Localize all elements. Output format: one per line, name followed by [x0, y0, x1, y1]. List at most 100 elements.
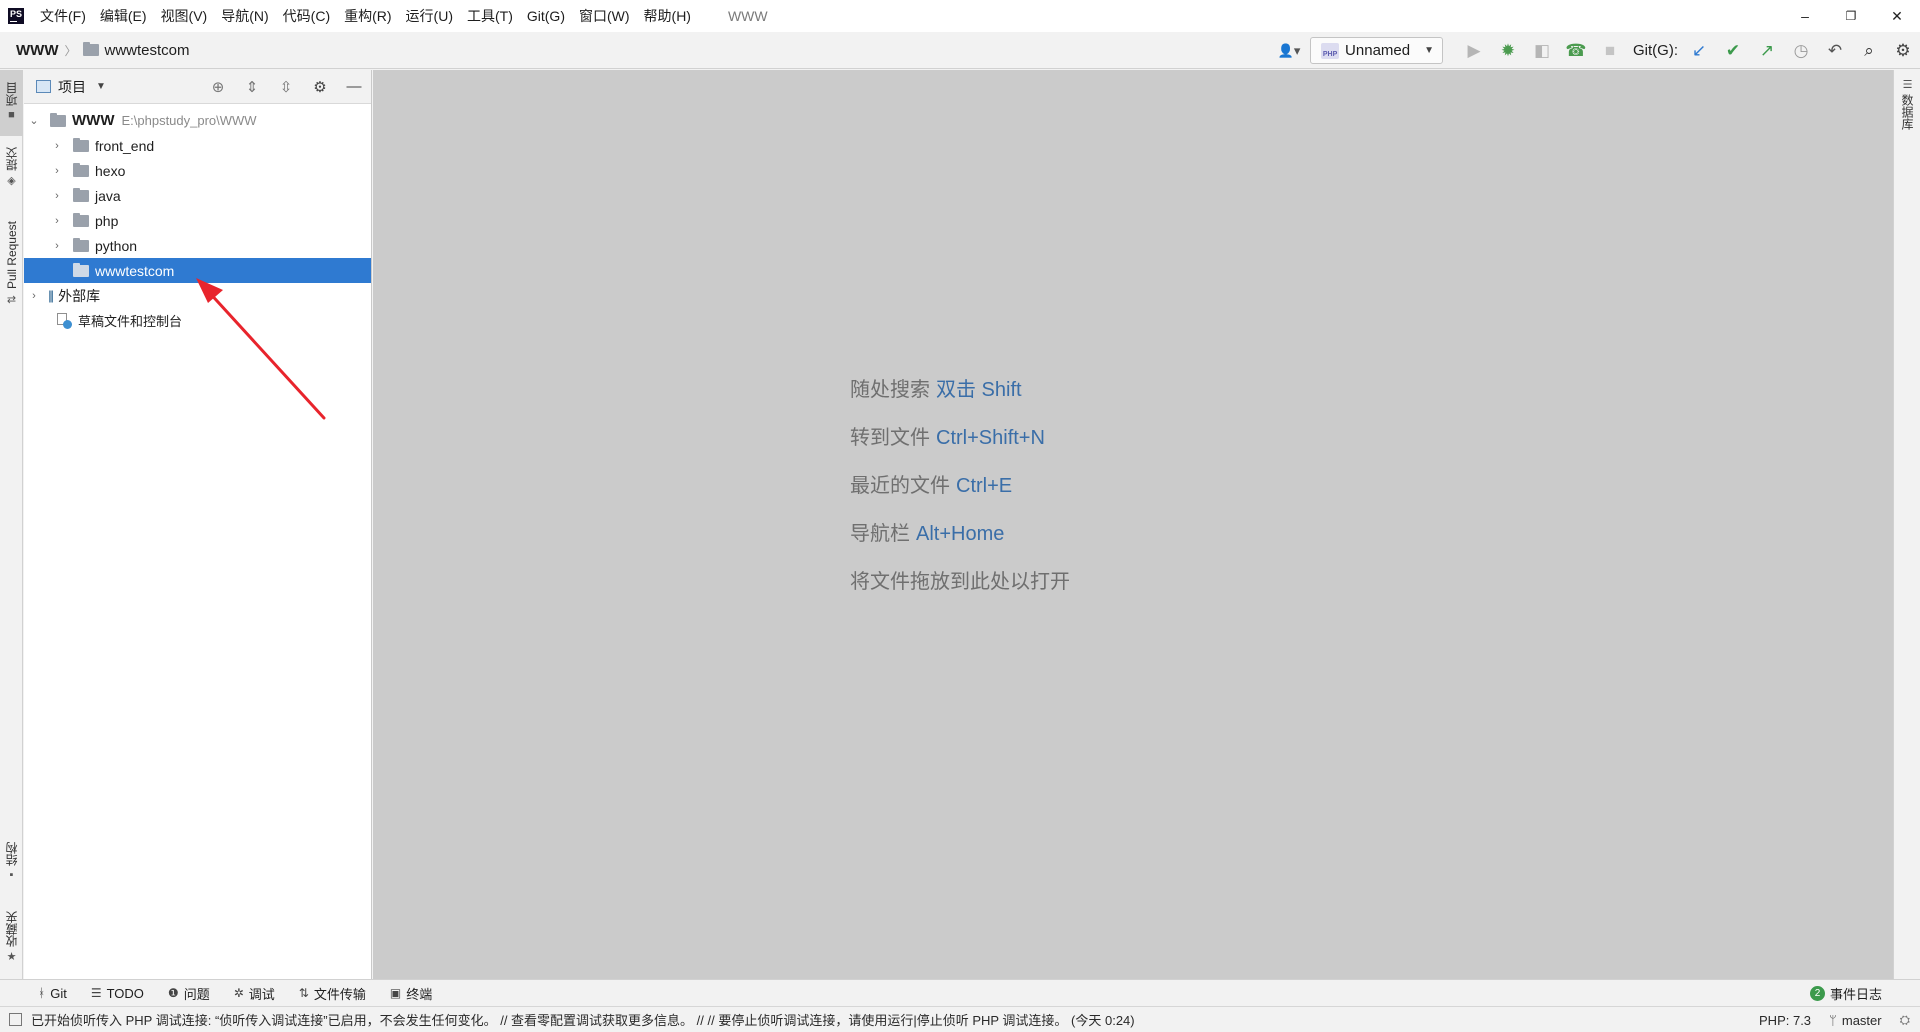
menu-item[interactable]: 帮助(H) [637, 0, 698, 32]
menu-item[interactable]: 编辑(E) [93, 0, 154, 32]
project-panel-actions: ⊕ ⇕ ⇳ ⚙ — [201, 70, 371, 104]
editor-empty-area[interactable]: 随处搜索 双击 Shift 转到文件 Ctrl+Shift+N 最近的文件 Ctrl+E 导… [373, 70, 1893, 979]
window-controls: – ❐ ✕ [1782, 0, 1920, 32]
tool-window-问题[interactable]: ❶ 问题 [168, 984, 210, 1003]
tool-tab-label: 收藏夹 [5, 910, 19, 947]
gear-icon[interactable]: ⚙ [303, 70, 337, 104]
git-commit-icon[interactable]: ✔ [1716, 32, 1750, 69]
breadcrumb-leaf[interactable]: wwwtestcom [105, 42, 190, 59]
project-panel-header: 项目 ▼ ⊕ ⇕ ⇳ ⚙ — [24, 70, 371, 104]
tool-tab-commit[interactable]: 提交 ◈ [0, 140, 23, 196]
menu-item[interactable]: 窗口(W) [572, 0, 637, 32]
menu-item[interactable]: 视图(V) [154, 0, 215, 32]
tool-window-buttons: ᚼ Git ☰ TODO ❶ 问题 ✲ 调试 ⇅ 文件传输 ▣ 终端 [0, 984, 442, 1003]
tree-item-label: wwwtestcom [95, 262, 175, 279]
chevron-right-icon[interactable]: › [51, 240, 63, 252]
tool-tab-structure[interactable]: 结构 ▪ [0, 835, 23, 891]
hint-shortcut: 双击 Shift [936, 379, 1022, 401]
git-branch-icon: ᛘ [1829, 1012, 1837, 1028]
chevron-down-icon[interactable]: ▼ [96, 81, 106, 92]
tool-window-icon: ✲ [233, 986, 244, 1000]
collapse-all-icon[interactable]: ⇳ [269, 70, 303, 104]
project-view-selector[interactable]: 项目 [58, 77, 86, 97]
minimize-button[interactable]: – [1782, 0, 1828, 32]
inspector-icon[interactable]: ⛭ [1900, 1012, 1910, 1028]
gear-icon[interactable]: ⚙ [1886, 32, 1920, 69]
folder-icon [73, 237, 89, 252]
chevron-right-icon[interactable]: › [28, 290, 40, 302]
menu-item[interactable]: 重构(R) [337, 0, 398, 32]
tool-tab-label: 项目 [5, 82, 19, 106]
expand-all-icon[interactable]: ⇕ [235, 70, 269, 104]
structure-icon: ▪ [9, 869, 14, 881]
tree-external-libraries[interactable]: › ||| 外部库 [24, 283, 371, 308]
tool-tab-project[interactable]: 项目 ■ [0, 70, 23, 136]
restore-button[interactable]: ❐ [1828, 0, 1874, 32]
run-configuration-dropdown[interactable]: PHP Unnamed ▼ [1310, 37, 1443, 64]
chevron-right-icon[interactable]: › [51, 140, 63, 152]
tree-folder-wwwtestcom[interactable]: wwwtestcom [24, 258, 371, 283]
user-icon[interactable]: 👤▾ [1272, 32, 1306, 69]
chevron-right-icon[interactable]: › [51, 165, 63, 177]
listen-debug-connections-icon[interactable]: ☎ [1559, 32, 1593, 69]
tree-folder-hexo[interactable]: › hexo [24, 158, 371, 183]
run-configuration-label: Unnamed [1345, 42, 1411, 59]
tool-tab-database[interactable]: ☰ 数据库 [1894, 78, 1920, 148]
tool-window-调试[interactable]: ✲ 调试 [234, 984, 275, 1003]
git-history-icon[interactable]: ◷ [1784, 32, 1818, 69]
menu-item[interactable]: 运行(U) [399, 0, 460, 32]
menu-item[interactable]: Git(G) [520, 0, 572, 32]
folder-icon [73, 162, 89, 177]
tree-folder-python[interactable]: › python [24, 233, 371, 258]
tool-window-git[interactable]: ᚼ Git [38, 986, 67, 1001]
toggle-tool-windows-icon[interactable] [9, 1013, 22, 1026]
rollback-icon[interactable]: ↶ [1818, 32, 1852, 69]
tree-root-www[interactable]: ⌄ WWW E:\phpstudy_pro\WWW [24, 108, 371, 133]
git-push-icon[interactable]: ↗ [1750, 32, 1784, 69]
event-log-button[interactable]: 2 事件日志 [1809, 980, 1882, 1007]
tool-window-label: 问题 [183, 986, 210, 1002]
debug-icon[interactable]: ✹ [1491, 32, 1525, 69]
title-bar: PS 文件(F) 编辑(E) 视图(V) 导航(N) 代码(C) 重构(R) 运行(U) 工具… [0, 0, 1920, 32]
navigation-bar: WWW 〉 wwwtestcom 👤▾ PHP Unnamed ▼ ▶ ✹ ◧ … [0, 32, 1920, 69]
breadcrumb-root[interactable]: WWW [16, 42, 58, 59]
tool-window-文件传输[interactable]: ⇅ 文件传输 [299, 984, 366, 1003]
hide-panel-icon[interactable]: — [337, 70, 371, 104]
chevron-down-icon[interactable]: ⌄ [28, 114, 40, 127]
chevron-right-icon[interactable]: › [51, 190, 63, 202]
close-button[interactable]: ✕ [1874, 0, 1920, 32]
php-version-widget[interactable]: PHP: 7.3 [1759, 1013, 1811, 1028]
git-branch-widget[interactable]: master [1842, 1013, 1882, 1028]
tool-window-todo[interactable]: ☰ TODO [91, 986, 144, 1001]
tree-scratches-and-consoles[interactable]: 草稿文件和控制台 [24, 308, 371, 333]
main-toolbar: 👤▾ PHP Unnamed ▼ ▶ ✹ ◧ ☎ ■ Git(G): ↙ ✔ ↗… [1272, 32, 1920, 69]
tool-window-终端[interactable]: ▣ 终端 [390, 984, 432, 1003]
tool-window-label: 终端 [406, 986, 433, 1002]
library-icon: ||| [48, 288, 54, 303]
menu-item[interactable]: 工具(T) [460, 0, 520, 32]
tree-folder-java[interactable]: › java [24, 183, 371, 208]
status-message[interactable]: 已开始侦听传入 PHP 调试连接: “侦听传入调试连接”已启用，不会发生任何变化… [31, 1010, 1135, 1029]
pull-request-icon: ⇄ [6, 293, 17, 306]
folder-icon [82, 42, 99, 56]
chevron-right-icon[interactable]: › [51, 215, 63, 227]
tool-tab-pull-requests[interactable]: Pull Request ⇄ [0, 210, 23, 320]
search-icon[interactable]: ⌕ [1852, 32, 1886, 69]
tool-tab-favorites[interactable]: 收藏夹 ★ [0, 905, 23, 971]
folder-icon [50, 112, 66, 127]
git-update-icon[interactable]: ↙ [1682, 32, 1716, 69]
tree-folder-php[interactable]: › php [24, 208, 371, 233]
locate-file-icon[interactable]: ⊕ [201, 70, 235, 104]
menu-item[interactable]: 文件(F) [33, 0, 93, 32]
stop-icon[interactable]: ■ [1593, 32, 1627, 69]
left-tool-stripe: 项目 ■ 提交 ◈ Pull Request ⇄ 结构 ▪ 收藏夹 ★ [0, 70, 23, 979]
run-icon[interactable]: ▶ [1457, 32, 1491, 69]
editor-hint: 将文件拖放到此处以打开 [850, 558, 1070, 606]
menu-item[interactable]: 导航(N) [214, 0, 275, 32]
menu-item[interactable]: 代码(C) [276, 0, 337, 32]
tree-folder-front-end[interactable]: › front_end [24, 133, 371, 158]
main-menu: 文件(F) 编辑(E) 视图(V) 导航(N) 代码(C) 重构(R) 运行(U) 工具(T)… [33, 0, 698, 32]
coverage-icon[interactable]: ◧ [1525, 32, 1559, 69]
scratch-file-icon [56, 312, 72, 329]
tree-root-path: E:\phpstudy_pro\WWW [121, 113, 257, 128]
